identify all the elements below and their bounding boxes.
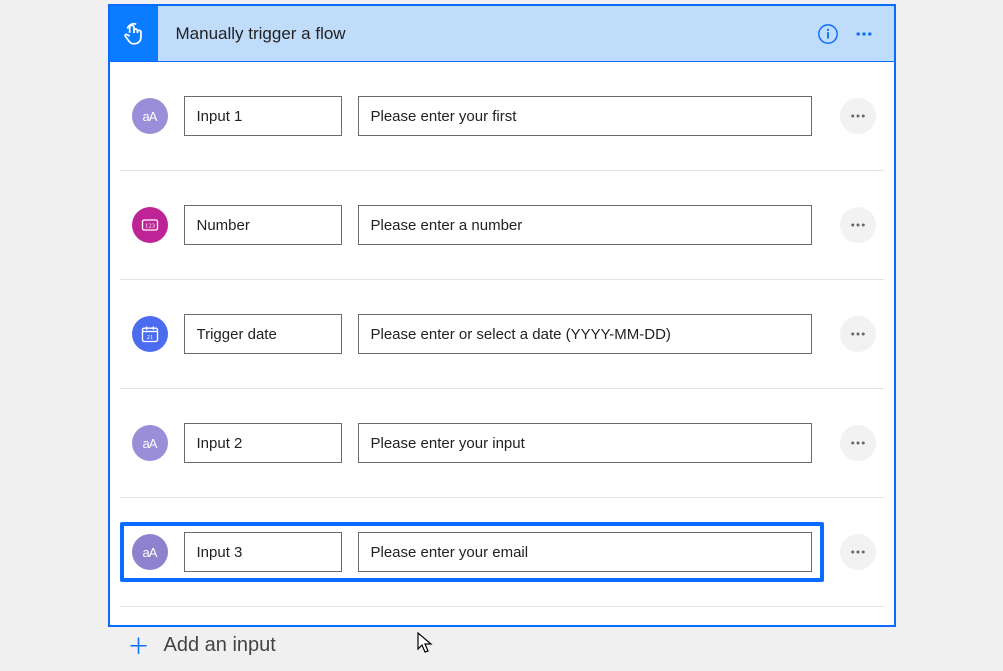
input-name-field[interactable] <box>184 423 342 463</box>
text2-type-icon: aA <box>132 534 168 570</box>
input-row-main[interactable]: 123 <box>120 195 824 255</box>
input-description-field[interactable] <box>358 423 812 463</box>
more-icon <box>849 216 867 234</box>
input-row: aA <box>120 498 884 607</box>
tap-icon <box>121 21 147 47</box>
mouse-cursor-icon <box>416 631 436 655</box>
info-icon <box>817 23 839 45</box>
input-row-main[interactable]: aA <box>120 413 824 473</box>
input-description-field[interactable] <box>358 205 812 245</box>
input-row: aA <box>120 389 884 498</box>
input-row: 21 <box>120 280 884 389</box>
input-row-menu-button[interactable] <box>840 98 876 134</box>
trigger-card: Manually trigger a flow aA12321aAaA ＋ Ad… <box>108 4 896 627</box>
svg-text:21: 21 <box>146 334 153 341</box>
card-menu-button[interactable] <box>846 16 882 52</box>
input-name-field[interactable] <box>184 205 342 245</box>
more-icon <box>849 543 867 561</box>
more-icon <box>849 434 867 452</box>
input-row: 123 <box>120 171 884 280</box>
svg-text:123: 123 <box>145 223 156 230</box>
input-name-field[interactable] <box>184 314 342 354</box>
trigger-badge <box>110 6 158 61</box>
more-icon <box>849 107 867 125</box>
input-row-menu-button[interactable] <box>840 207 876 243</box>
card-title: Manually trigger a flow <box>176 24 810 44</box>
input-row-menu-button[interactable] <box>840 534 876 570</box>
date-type-icon: 21 <box>132 316 168 352</box>
text-type-icon: aA <box>132 98 168 134</box>
add-input-label: Add an input <box>164 634 276 657</box>
more-icon <box>849 325 867 343</box>
input-description-field[interactable] <box>358 532 812 572</box>
input-row: aA <box>120 62 884 171</box>
input-row-main[interactable]: aA <box>120 522 824 582</box>
input-description-field[interactable] <box>358 96 812 136</box>
text-type-icon: aA <box>132 425 168 461</box>
input-row-main[interactable]: aA <box>120 86 824 146</box>
input-row-menu-button[interactable] <box>840 316 876 352</box>
inputs-list: aA 123 21 aA aA <box>110 62 894 607</box>
input-name-field[interactable] <box>184 532 342 572</box>
add-input-button[interactable]: ＋ Add an input <box>110 607 894 671</box>
number-type-icon: 123 <box>132 207 168 243</box>
info-button[interactable] <box>810 16 846 52</box>
plus-icon: ＋ <box>128 629 150 661</box>
input-description-field[interactable] <box>358 314 812 354</box>
input-name-field[interactable] <box>184 96 342 136</box>
more-icon <box>854 24 874 44</box>
card-header: Manually trigger a flow <box>110 6 894 62</box>
input-row-menu-button[interactable] <box>840 425 876 461</box>
input-row-main[interactable]: 21 <box>120 304 824 364</box>
